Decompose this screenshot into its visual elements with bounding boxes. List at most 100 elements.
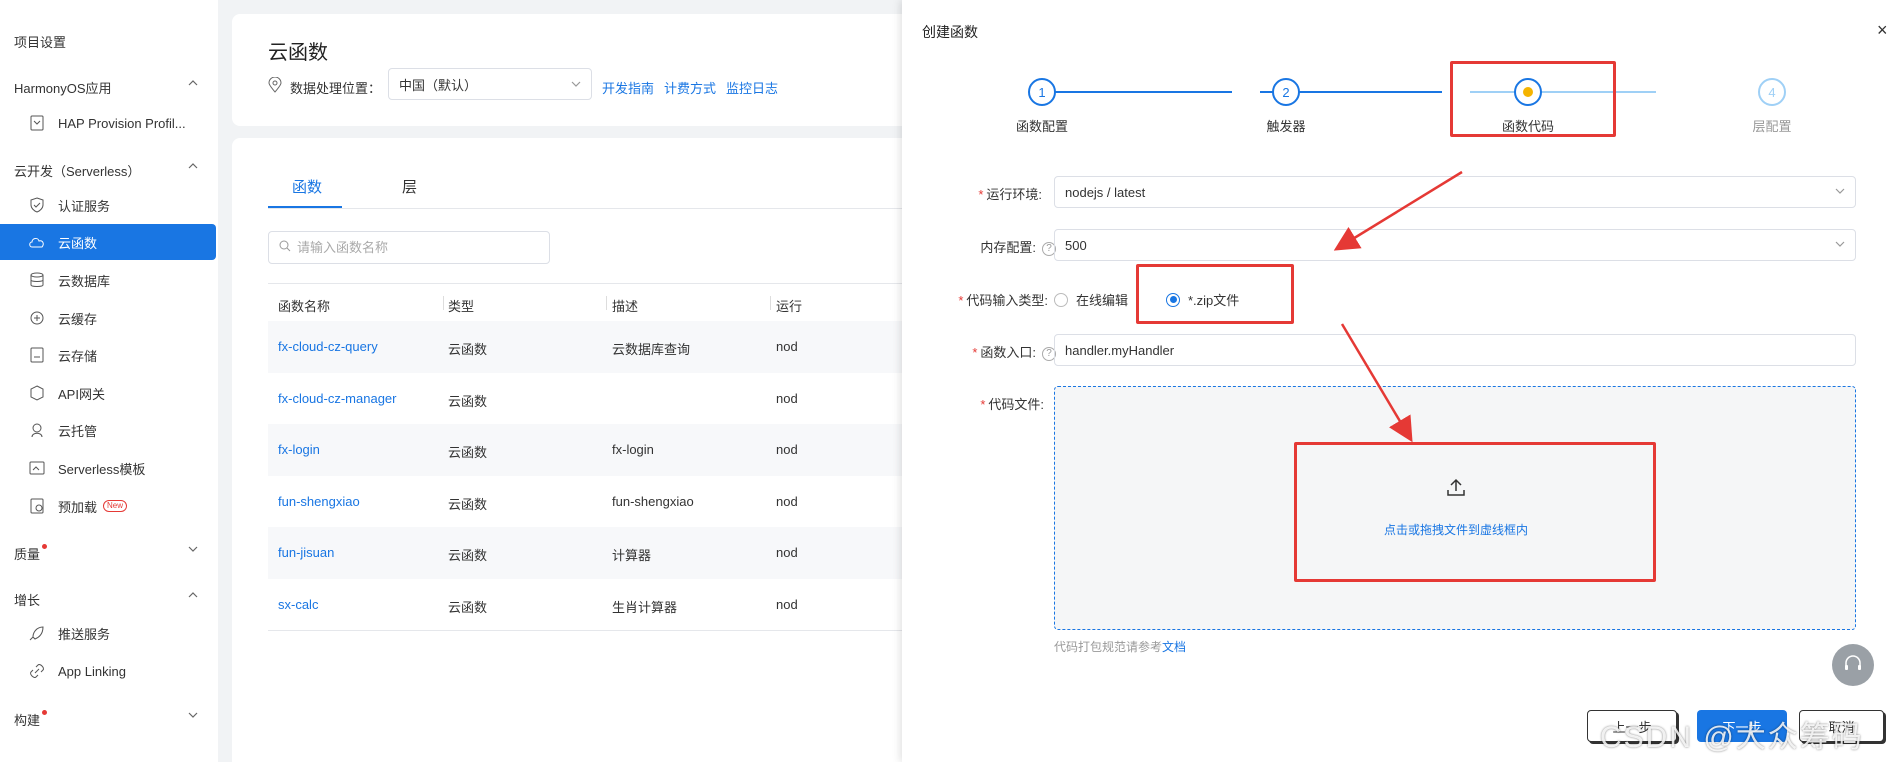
function-type: 云函数 xyxy=(448,496,488,512)
template-icon xyxy=(28,459,46,477)
sidebar-item-label: 云函数 xyxy=(58,235,98,251)
group-growth[interactable]: 增长 xyxy=(14,590,40,609)
radio-label: 在线编辑 xyxy=(1076,293,1129,308)
radio-online-edit[interactable]: 在线编辑 xyxy=(1054,290,1128,309)
group-serverless[interactable]: 云开发（Serverless） xyxy=(14,161,140,180)
hosting-icon xyxy=(28,421,46,439)
step-connector xyxy=(1044,91,1232,93)
notification-dot xyxy=(42,710,48,715)
column-header-runtime[interactable]: 运行 xyxy=(776,296,802,315)
search-input[interactable] xyxy=(297,240,537,255)
annotation-box-upload xyxy=(1294,442,1656,582)
sidebar-item-database[interactable]: 云数据库 xyxy=(0,262,218,298)
sidebar-item-hosting[interactable]: 云托管 xyxy=(0,412,218,448)
tab-divider xyxy=(268,208,932,209)
sidebar-item-cache[interactable]: 云缓存 xyxy=(0,300,218,336)
code-type-label: * 代码输入类型: xyxy=(958,293,1048,308)
function-type: 云函数 xyxy=(448,342,488,357)
group-build[interactable]: 构建 xyxy=(14,710,48,729)
project-settings-link[interactable]: 项目设置 xyxy=(14,32,66,51)
sidebar-item-label: 云数据库 xyxy=(58,273,111,289)
label-text: 内存配置: xyxy=(980,240,1036,255)
dev-guide-link[interactable]: 开发指南 xyxy=(602,78,654,97)
step-2-circle[interactable]: 2 xyxy=(1272,78,1300,106)
annotation-box-step xyxy=(1450,61,1616,137)
sidebar-item-template[interactable]: Serverless模板 xyxy=(0,450,218,486)
chevron-down-icon xyxy=(571,77,581,92)
customer-service-button[interactable] xyxy=(1832,644,1874,686)
doc-link[interactable]: 文档 xyxy=(1162,640,1186,654)
column-divider xyxy=(443,296,444,310)
chevron-up-icon[interactable] xyxy=(188,78,198,88)
label-text: 运行环境: xyxy=(986,187,1042,202)
step-2-label: 触发器 xyxy=(1266,119,1306,134)
sidebar-item-api-gateway[interactable]: API网关 xyxy=(0,375,218,411)
search-box[interactable] xyxy=(268,231,550,264)
function-name-link[interactable]: fx-cloud-cz-query xyxy=(278,339,378,354)
cloud-function-icon xyxy=(28,233,46,251)
table-row[interactable]: fun-shengxiao 云函数 fun-shengxiao nod xyxy=(268,476,932,528)
sidebar-item-cloud-function[interactable]: 云函数 xyxy=(0,224,216,260)
location-pin-icon xyxy=(268,76,282,96)
function-runtime: nod xyxy=(776,339,798,354)
chevron-down-icon[interactable] xyxy=(188,710,198,720)
chevron-up-icon[interactable] xyxy=(188,161,198,171)
function-runtime: nod xyxy=(776,545,798,560)
sidebar-item-storage[interactable]: 云存储 xyxy=(0,337,218,373)
table-row[interactable]: fx-login 云函数 fx-login nod xyxy=(268,424,932,476)
entry-value: handler.myHandler xyxy=(1065,342,1175,358)
table-divider xyxy=(268,630,932,631)
step-1-circle[interactable]: 1 xyxy=(1028,78,1056,106)
sidebar-item-push[interactable]: 推送服务 xyxy=(0,615,218,651)
tab-layers[interactable]: 层 xyxy=(402,176,417,197)
sidebar-item-app-linking[interactable]: App Linking xyxy=(0,653,218,689)
sidebar-item-preload[interactable]: 预加载 New xyxy=(0,488,218,524)
sidebar-item-hap-provision[interactable]: HAP Provision Profil... xyxy=(0,105,218,141)
runtime-select[interactable]: nodejs / latest xyxy=(1054,176,1856,208)
table-row[interactable]: fun-jisuan 云函数 计算器 nod xyxy=(268,527,932,579)
function-runtime: nod xyxy=(776,493,798,509)
function-name-link[interactable]: sx-calc xyxy=(278,597,318,612)
step-4-label: 层配置 xyxy=(1752,119,1792,134)
create-function-drawer: 创建函数 × 1 函数配置 2 触发器 函数代码 4 层配置 * 运行环境: no… xyxy=(902,0,1892,762)
location-select[interactable]: 中国（默认） xyxy=(388,68,592,100)
runtime-value: nodejs / latest xyxy=(1065,184,1146,200)
column-header-type[interactable]: 类型 xyxy=(448,296,474,315)
table-row[interactable]: sx-calc 云函数 生肖计算器 nod xyxy=(268,579,932,631)
table-row[interactable]: fx-cloud-cz-query 云函数 云数据库查询 nod xyxy=(268,321,932,373)
cache-icon xyxy=(28,309,46,327)
function-name-link[interactable]: fx-cloud-cz-manager xyxy=(278,391,397,406)
sidebar-item-auth[interactable]: 认证服务 xyxy=(0,187,218,223)
memory-label: 内存配置:? xyxy=(956,237,1056,256)
chevron-down-icon xyxy=(1835,239,1845,252)
hint-text: 代码打包规范请参考 xyxy=(1054,640,1163,654)
database-icon xyxy=(28,271,46,289)
function-type: 云函数 xyxy=(448,393,488,409)
code-file-label: * 代码文件: xyxy=(980,397,1044,412)
table-row[interactable]: fx-cloud-cz-manager 云函数 nod xyxy=(268,373,932,425)
memory-select[interactable]: 500 xyxy=(1054,229,1856,261)
column-header-name[interactable]: 函数名称 xyxy=(278,296,330,315)
search-icon xyxy=(279,240,291,255)
sidebar-item-label: 预加载 xyxy=(58,499,98,515)
function-name-link[interactable]: fx-login xyxy=(278,442,320,457)
chevron-up-icon[interactable] xyxy=(188,590,198,600)
sidebar-item-label: 云缓存 xyxy=(58,311,98,327)
sidebar-item-label: Serverless模板 xyxy=(58,461,146,477)
sidebar-item-label: 云存储 xyxy=(58,348,98,364)
column-header-desc[interactable]: 描述 xyxy=(612,296,638,315)
shield-icon xyxy=(28,196,46,214)
monitor-log-link[interactable]: 监控日志 xyxy=(726,78,778,97)
step-4-circle[interactable]: 4 xyxy=(1758,78,1786,106)
entry-input[interactable]: handler.myHandler xyxy=(1054,334,1856,366)
function-name-link[interactable]: fun-shengxiao xyxy=(278,494,360,509)
billing-link[interactable]: 计费方式 xyxy=(664,78,716,97)
chevron-down-icon[interactable] xyxy=(188,544,198,554)
group-quality[interactable]: 质量 xyxy=(14,544,48,563)
close-icon[interactable]: × xyxy=(1877,20,1888,41)
group-harmonyos[interactable]: HarmonyOS应用 xyxy=(14,78,112,97)
sidebar: 项目设置 HarmonyOS应用 HAP Provision Profil...… xyxy=(0,0,218,762)
function-name-link[interactable]: fun-jisuan xyxy=(278,545,334,560)
tab-functions[interactable]: 函数 xyxy=(292,176,322,197)
api-gateway-icon xyxy=(28,384,46,402)
